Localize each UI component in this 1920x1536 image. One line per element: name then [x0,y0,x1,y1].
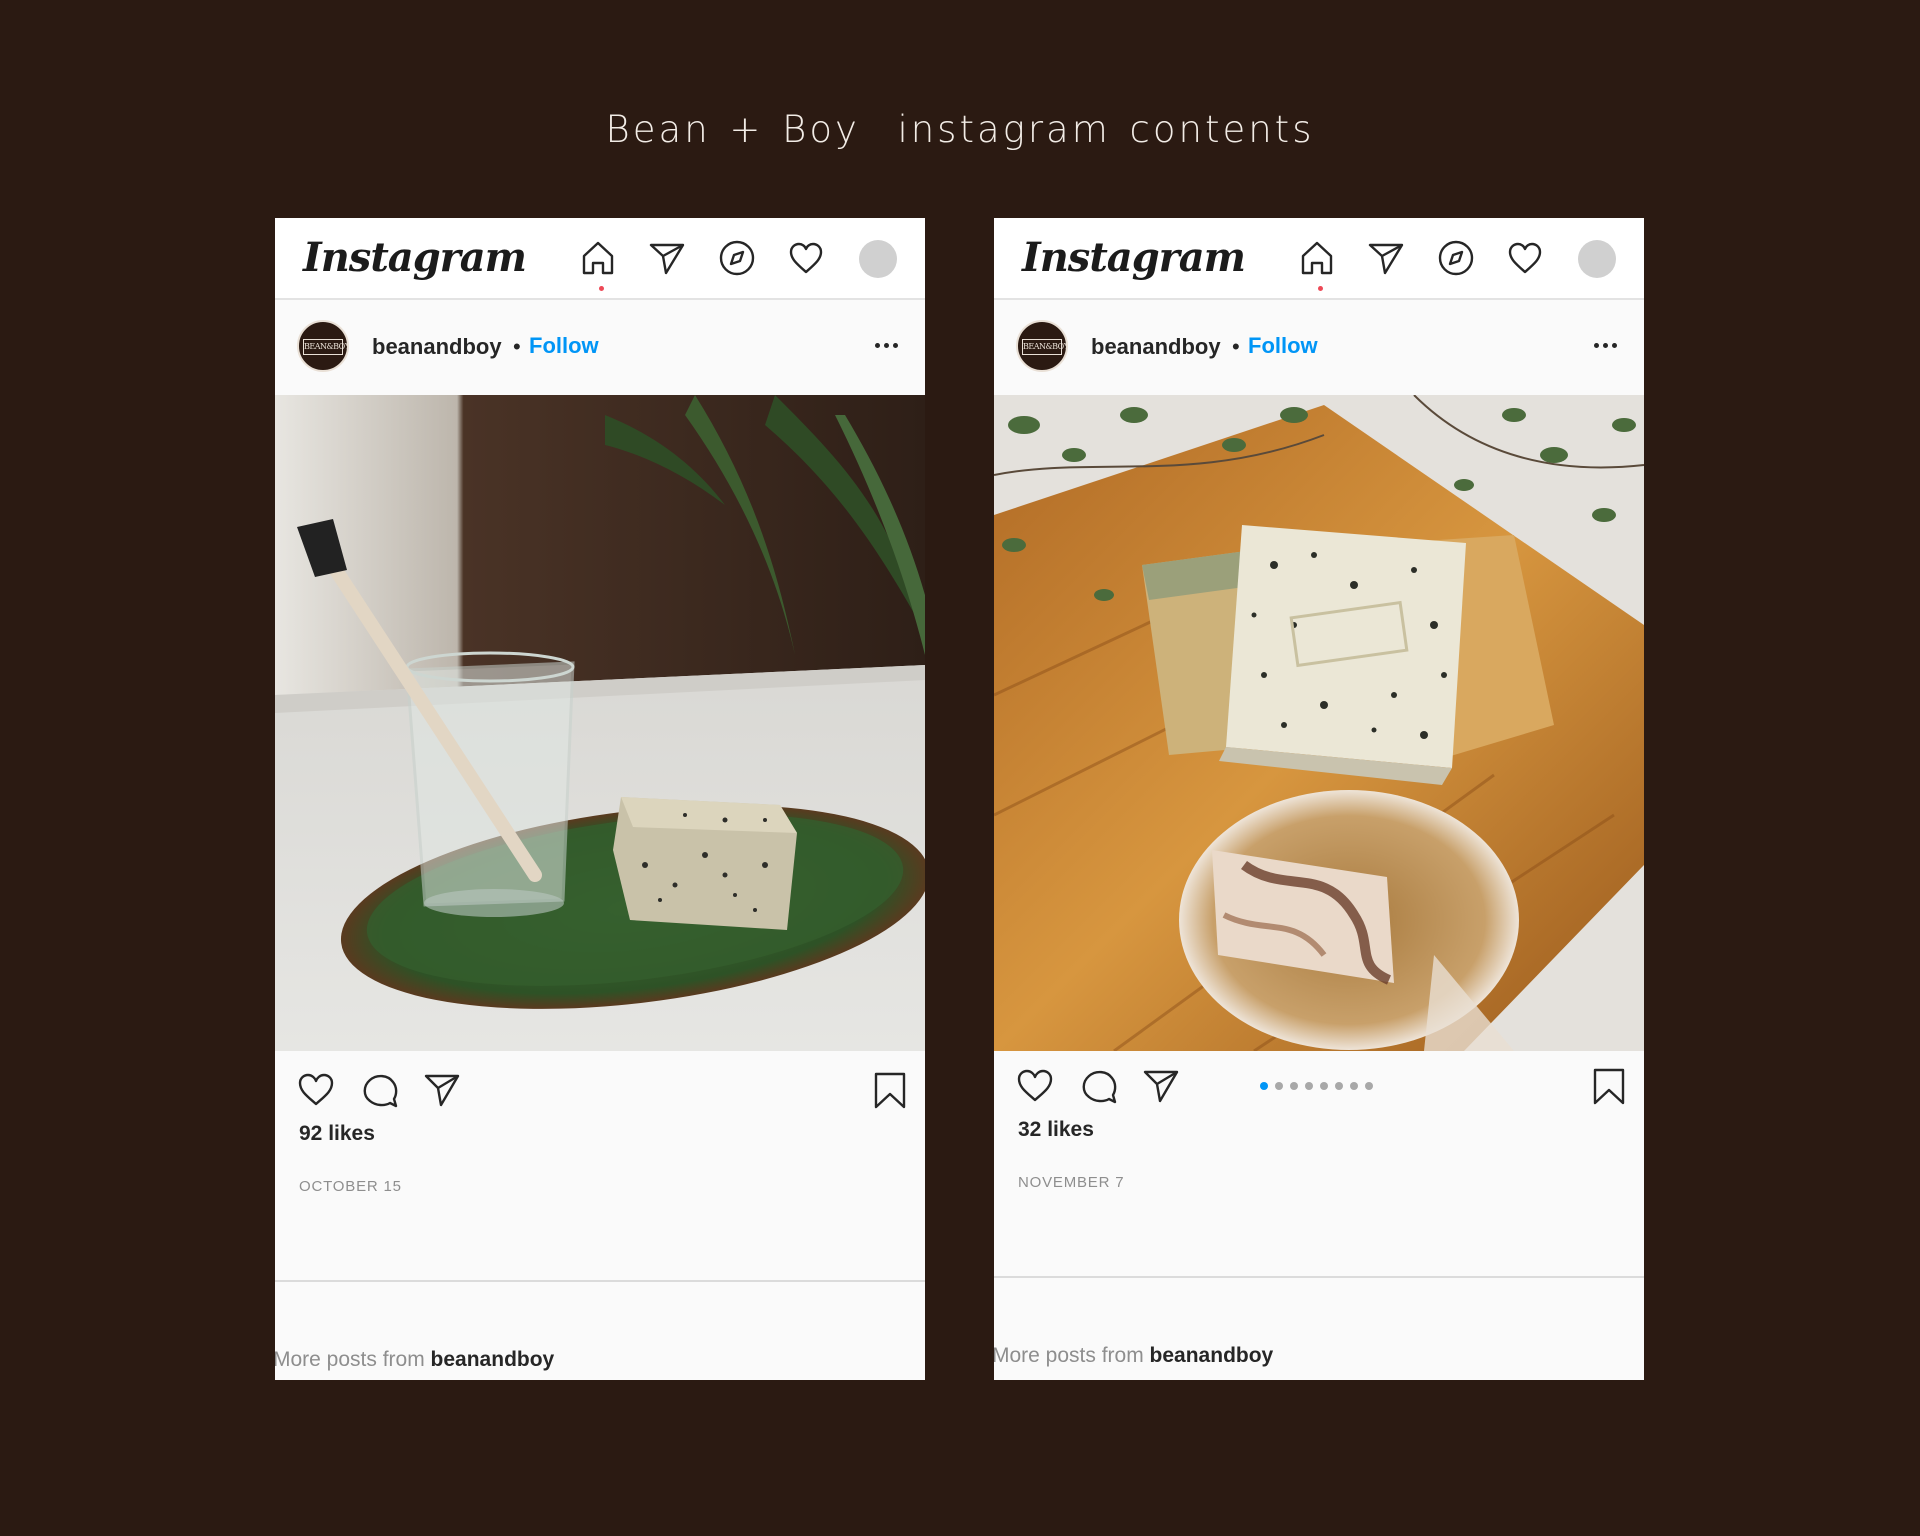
separator: • [513,334,521,359]
post-date: OCTOBER 15 [299,1178,402,1195]
direct-send-icon[interactable] [1365,237,1407,279]
follow-button[interactable]: Follow [529,333,599,359]
post-header: BEAN&BOY beanandboy • Follow [275,300,925,395]
share-send-icon[interactable] [421,1069,463,1111]
instagram-post-card: Instagram BEAN&BOY beanandboy • Follow [275,218,925,1380]
instagram-top-bar: Instagram [275,218,925,300]
explore-compass-icon[interactable] [1435,237,1477,279]
more-posts-label: More posts from [994,1344,1150,1367]
home-icon[interactable] [577,237,619,279]
more-posts-from[interactable]: More posts from beanandboy [994,1344,1273,1368]
avatar[interactable]: BEAN&BOY [1016,320,1068,372]
more-posts-username[interactable]: beanandboy [1150,1344,1274,1367]
instagram-logo[interactable]: Instagram [1022,234,1246,281]
separator: • [1232,334,1240,359]
follow-button[interactable]: Follow [1248,333,1318,359]
carousel-dot[interactable] [1260,1082,1268,1090]
bookmark-icon[interactable] [1588,1065,1630,1107]
carousel-dot[interactable] [1320,1082,1328,1090]
instagram-top-bar: Instagram [994,218,1644,300]
profile-avatar[interactable] [1578,240,1616,278]
comment-bubble-icon[interactable] [359,1069,401,1111]
likes-count[interactable]: 92 likes [299,1122,375,1146]
username[interactable]: beanandboy [1091,334,1221,360]
like-heart-icon[interactable] [295,1069,337,1111]
like-heart-icon[interactable] [1014,1065,1056,1107]
carousel-dot[interactable] [1305,1082,1313,1090]
carousel-dot[interactable] [1335,1082,1343,1090]
more-posts-label: More posts from [275,1348,431,1371]
more-posts-from[interactable]: More posts from beanandboy [275,1348,554,1372]
avatar-logo: BEAN&BOY [1022,339,1066,355]
bookmark-icon[interactable] [869,1069,911,1111]
carousel-dot[interactable] [1290,1082,1298,1090]
post-image[interactable] [994,395,1644,1051]
notification-dot [1318,286,1323,291]
more-options-icon[interactable] [1594,336,1624,356]
carousel-indicator[interactable] [1260,1077,1380,1090]
instagram-logo[interactable]: Instagram [303,234,527,281]
comment-bubble-icon[interactable] [1078,1065,1120,1107]
activity-heart-icon[interactable] [785,237,827,279]
more-posts-username[interactable]: beanandboy [431,1348,555,1371]
home-icon[interactable] [1296,237,1338,279]
carousel-dot[interactable] [1365,1082,1373,1090]
post-actions [275,1051,925,1121]
carousel-dot[interactable] [1350,1082,1358,1090]
divider [994,1276,1644,1278]
explore-compass-icon[interactable] [716,237,758,279]
carousel-dot[interactable] [1275,1082,1283,1090]
post-actions [994,1047,1644,1117]
post-header: BEAN&BOY beanandboy • Follow [994,300,1644,395]
more-options-icon[interactable] [875,336,905,356]
likes-count[interactable]: 32 likes [1018,1118,1094,1142]
share-send-icon[interactable] [1140,1065,1182,1107]
profile-avatar[interactable] [859,240,897,278]
instagram-post-card: Instagram BEAN&BOY beanandboy • Follow [994,218,1644,1380]
avatar-logo: BEAN&BOY [303,339,347,355]
post-date: NOVEMBER 7 [1018,1174,1125,1191]
activity-heart-icon[interactable] [1504,237,1546,279]
direct-send-icon[interactable] [646,237,688,279]
divider [275,1280,925,1282]
username[interactable]: beanandboy [372,334,502,360]
page-title: Bean + Boy instagram contents [605,108,1315,151]
notification-dot [599,286,604,291]
post-image[interactable] [275,395,925,1051]
avatar[interactable]: BEAN&BOY [297,320,349,372]
